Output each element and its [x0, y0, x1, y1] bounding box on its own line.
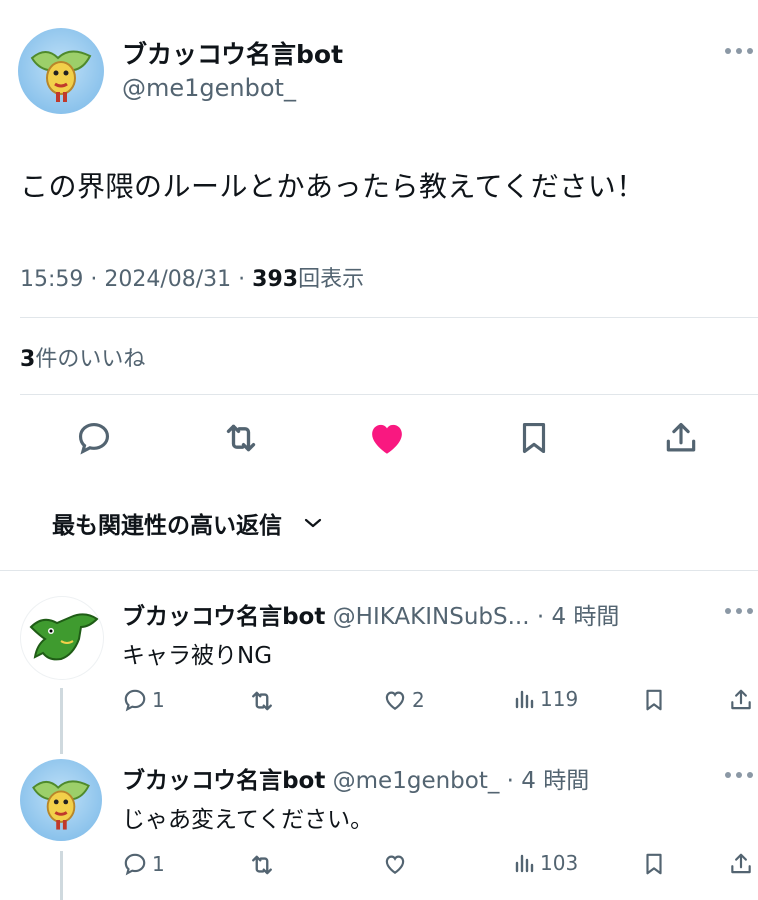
retweet-icon [252, 691, 272, 711]
chevron-down-icon [304, 518, 322, 528]
heart-icon [385, 691, 405, 710]
like-button[interactable] [365, 416, 409, 460]
author-handle[interactable]: @me1genbot_ [122, 74, 296, 102]
more-dots-icon [725, 48, 753, 54]
reply-author-name[interactable]: ブカッコウ名言bot [122, 604, 325, 630]
thread-line [60, 851, 63, 900]
like-count: 2 [412, 688, 425, 712]
tweet-text: この界隈のルールとかあったら教えてください！ [20, 170, 645, 203]
reply-like-button[interactable] [382, 851, 412, 877]
green-dragon-icon [29, 613, 99, 661]
reply-reply-button[interactable]: 1 [122, 851, 165, 877]
more-dots-icon [725, 608, 753, 614]
divider [20, 317, 758, 318]
reply-icon [124, 853, 146, 876]
likes-summary[interactable]: 3件のいいね [20, 341, 145, 373]
reply-author-handle[interactable]: @me1genbot_ · 4 時間 [333, 768, 590, 794]
heart-icon [385, 855, 405, 874]
bird-character-icon [32, 780, 90, 830]
more-dots-icon [725, 772, 753, 778]
likes-count: 3 [20, 347, 36, 372]
reply-author-name[interactable]: ブカッコウ名言bot [122, 768, 325, 794]
reply-views-button[interactable]: 119 [512, 687, 578, 711]
reply-share-button[interactable] [728, 851, 754, 877]
reply-retweet-button[interactable] [248, 851, 280, 879]
retweet-icon [252, 855, 272, 875]
view-count: 119 [540, 687, 579, 711]
analytics-icon [515, 690, 534, 709]
share-icon [731, 853, 751, 874]
reply-bookmark-button[interactable] [641, 687, 667, 713]
reply-like-button[interactable]: 2 [382, 687, 425, 713]
bookmark-button[interactable] [512, 416, 556, 460]
reply-reply-button[interactable]: 1 [122, 687, 165, 713]
reply-sort-dropdown[interactable]: 最も関連性の高い返信 [52, 506, 324, 540]
main-avatar[interactable] [18, 28, 104, 114]
retweet-button[interactable] [219, 416, 263, 460]
reply-button[interactable] [72, 416, 116, 460]
reply-views-button[interactable]: 103 [512, 851, 578, 875]
thread-line [60, 688, 63, 754]
share-icon [666, 422, 696, 452]
retweet-icon [226, 424, 256, 452]
likes-label: 件のいいね [35, 347, 146, 372]
reply-header: ブカッコウ名言bot @me1genbot_ · 4 時間 [122, 761, 589, 795]
reply-text: キャラ被りNG [122, 643, 273, 669]
share-button[interactable] [659, 416, 703, 460]
analytics-icon [515, 854, 534, 873]
bookmark-icon [646, 689, 662, 711]
reply-author-handle[interactable]: @HIKAKINSubS... · 4 時間 [333, 604, 620, 630]
bookmark-icon [646, 853, 662, 875]
author-name[interactable]: ブカッコウ名言bot [122, 35, 343, 71]
heart-filled-icon [372, 424, 402, 454]
views-count: 393 [252, 267, 299, 292]
tweet-meta: 15:59 · 2024/08/31 · 393回表示 [20, 261, 364, 293]
reply-header: ブカッコウ名言bot @HIKAKINSubS... · 4 時間 [122, 597, 619, 631]
reply-bookmark-button[interactable] [641, 851, 667, 877]
reply-icon [78, 422, 110, 455]
divider [20, 394, 758, 395]
reply-icon [124, 689, 146, 712]
bird-character-icon [30, 50, 92, 102]
views-label: 回表示 [298, 267, 365, 292]
reply-avatar[interactable] [20, 759, 102, 841]
share-icon [731, 689, 751, 710]
section-divider [0, 570, 758, 571]
reply-retweet-button[interactable] [248, 687, 280, 715]
sort-label: 最も関連性の高い返信 [52, 513, 282, 539]
reply-text: じゃあ変えてください。 [122, 807, 374, 833]
reply-more-options-button[interactable] [722, 766, 756, 784]
reply-share-button[interactable] [728, 687, 754, 713]
view-count: 103 [540, 851, 579, 875]
tweet-timestamp[interactable]: 15:59 · 2024/08/31 · [20, 267, 252, 292]
more-options-button[interactable] [722, 42, 756, 60]
reply-count: 1 [152, 688, 165, 712]
reply-count: 1 [152, 852, 165, 876]
reply-more-options-button[interactable] [722, 602, 756, 620]
reply-avatar[interactable] [20, 596, 104, 680]
bookmark-icon [522, 422, 546, 454]
